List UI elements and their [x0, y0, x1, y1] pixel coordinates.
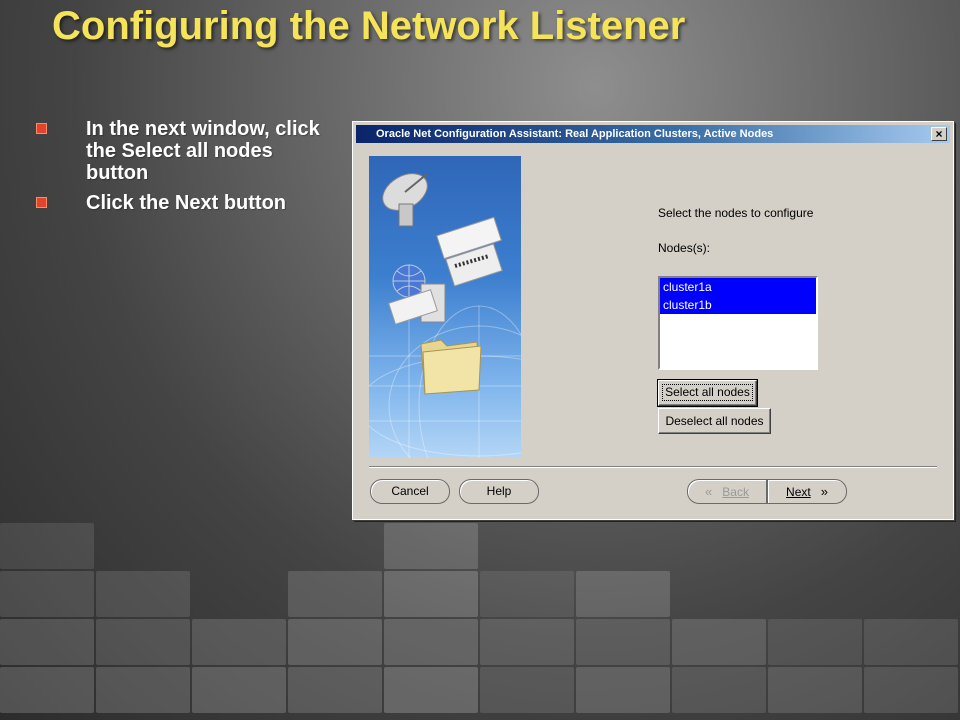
- tag-icon: [436, 216, 503, 287]
- nodes-listbox[interactable]: cluster1a cluster1b: [658, 276, 818, 370]
- folder-icon: [420, 339, 482, 395]
- nodes-label: Nodes(s):: [658, 241, 711, 255]
- bullet-item: Click the Next button: [32, 192, 332, 214]
- chevron-left-icon: «: [705, 484, 713, 499]
- slide-title: Configuring the Network Listener: [52, 4, 686, 48]
- list-item[interactable]: cluster1a: [660, 278, 816, 296]
- bg-tile: [288, 571, 382, 617]
- bg-tile: [0, 667, 94, 713]
- wizard-illustration-graphic: [369, 173, 521, 458]
- bg-tile: [192, 619, 286, 665]
- bg-tile: [768, 667, 862, 713]
- bullet-text: In the next window, click the Select all…: [86, 118, 320, 184]
- bg-tile: [96, 667, 190, 713]
- cancel-button[interactable]: Cancel: [370, 479, 450, 504]
- bullet-text: Click the Next button: [86, 192, 287, 214]
- bg-tile: [672, 619, 766, 665]
- wizard-illustration: [369, 156, 521, 458]
- bg-tile: [96, 619, 190, 665]
- back-label: Back: [722, 485, 749, 499]
- bg-tile: [0, 523, 94, 569]
- bg-tile: [96, 571, 190, 617]
- bg-tile: [480, 667, 574, 713]
- bullet-list: In the next window, click the Select all…: [32, 118, 332, 222]
- prompt-text: Select the nodes to configure: [658, 206, 814, 220]
- dialog-titlebar[interactable]: Oracle Net Configuration Assistant: Real…: [356, 125, 950, 143]
- square-bullet-icon: [36, 197, 47, 208]
- bg-tile: [576, 667, 670, 713]
- bg-tile: [384, 619, 478, 665]
- bg-tile: [192, 667, 286, 713]
- close-icon: ×: [935, 127, 943, 141]
- bg-tile: [480, 571, 574, 617]
- dialog-title: Oracle Net Configuration Assistant: Real…: [376, 128, 774, 140]
- bg-tile: [288, 667, 382, 713]
- bg-tile: [768, 619, 862, 665]
- chevron-right-icon: »: [820, 484, 828, 499]
- select-all-nodes-label: Select all nodes: [662, 384, 753, 401]
- bg-tile: [384, 523, 478, 569]
- close-button[interactable]: ×: [931, 127, 947, 141]
- list-item[interactable]: cluster1b: [660, 296, 816, 314]
- bg-tile: [0, 571, 94, 617]
- bullet-item: In the next window, click the Select all…: [32, 118, 332, 184]
- satellite-dish-icon: [382, 173, 428, 227]
- deselect-all-nodes-button[interactable]: Deselect all nodes: [658, 408, 771, 434]
- next-button[interactable]: Next »: [767, 479, 847, 504]
- bg-tile: [576, 571, 670, 617]
- bg-tile: [672, 667, 766, 713]
- next-label: Next: [786, 485, 811, 499]
- bg-tile: [0, 619, 94, 665]
- bg-tile: [864, 619, 958, 665]
- select-all-nodes-button[interactable]: Select all nodes: [657, 379, 758, 407]
- bg-tile: [288, 619, 382, 665]
- square-bullet-icon: [36, 123, 47, 134]
- back-button[interactable]: « Back: [687, 479, 767, 504]
- divider: [369, 466, 937, 468]
- help-button[interactable]: Help: [459, 479, 539, 504]
- bg-tile: [864, 667, 958, 713]
- bg-tile: [384, 571, 478, 617]
- dialog-window: Oracle Net Configuration Assistant: Real…: [352, 121, 954, 520]
- bg-tile: [576, 619, 670, 665]
- bg-tile: [480, 619, 574, 665]
- bg-tile: [384, 667, 478, 713]
- globe-icon: [392, 264, 426, 298]
